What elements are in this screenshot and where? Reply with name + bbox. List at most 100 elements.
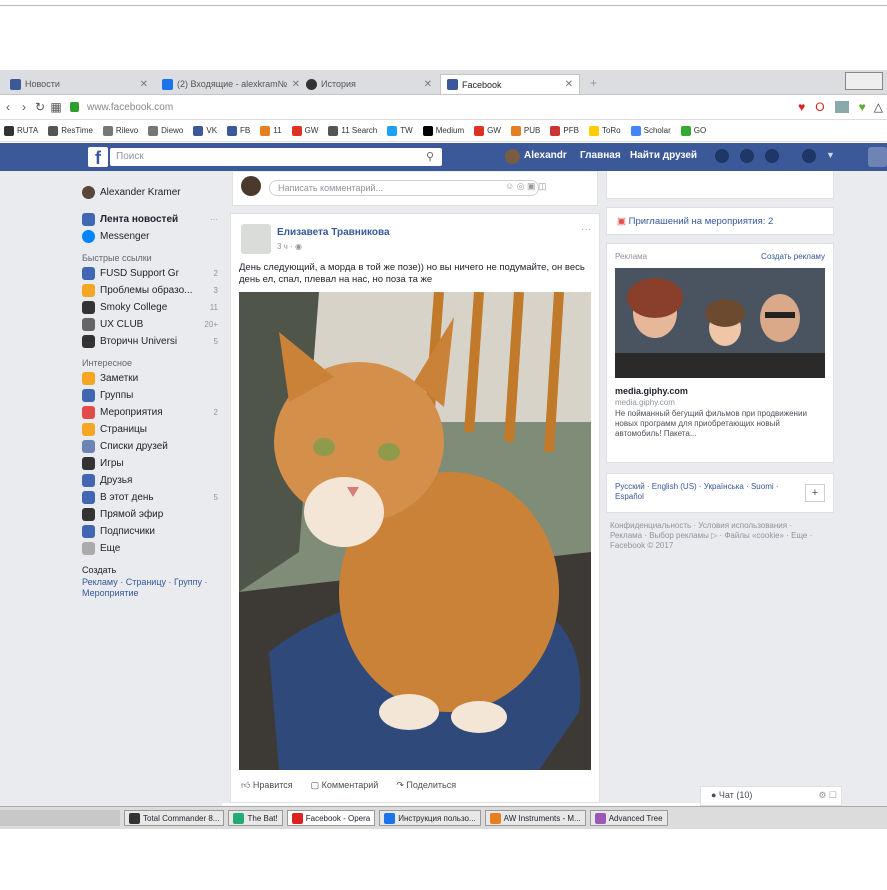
opera-icon[interactable]: O: [815, 100, 824, 114]
comment-input[interactable]: Написать комментарий...: [269, 180, 539, 196]
chat-settings-icon[interactable]: ⚙ ☐: [818, 790, 837, 801]
close-icon[interactable]: ✕: [565, 79, 573, 90]
taskbar-item[interactable]: The Bat!: [228, 810, 283, 826]
bookmark-item[interactable]: VK: [193, 125, 217, 136]
sidebar-item[interactable]: Друзья: [82, 472, 222, 489]
taskbar-item[interactable]: AW Instruments - M...: [484, 810, 586, 826]
window-controls[interactable]: [845, 72, 883, 90]
more-options-icon[interactable]: ···: [581, 224, 591, 235]
post-author[interactable]: Елизавета Травникова: [277, 227, 390, 238]
bookmark-item[interactable]: Rilevo: [102, 125, 138, 136]
sidebar-item[interactable]: FUSD Support Gr 2: [82, 265, 222, 282]
facebook-logo[interactable]: f: [88, 147, 108, 168]
sidebar-item[interactable]: Мероприятия 2: [82, 404, 222, 421]
bookmark-item[interactable]: FB: [227, 125, 250, 136]
bookmark-item[interactable]: TW: [387, 125, 413, 136]
bell-icon[interactable]: △: [874, 100, 883, 114]
help-icon[interactable]: [802, 149, 816, 163]
add-language-button[interactable]: +: [805, 484, 825, 502]
close-icon[interactable]: ✕: [140, 79, 148, 90]
footer-links[interactable]: Конфиденциальность · Условия использован…: [606, 521, 820, 551]
ad-title[interactable]: media.giphy.com: [615, 386, 688, 396]
find-friends-link[interactable]: Найти друзей: [630, 150, 697, 161]
bookmark-item[interactable]: RUTA: [4, 125, 38, 136]
bookmark-item[interactable]: Diewo: [148, 125, 183, 136]
profile-link[interactable]: Alexander Kramer: [82, 184, 222, 201]
new-tab-icon[interactable]: +: [590, 76, 597, 90]
tab-label: История: [321, 79, 356, 89]
sidebar-item-label: Smoky College: [100, 302, 168, 313]
avatar[interactable]: [505, 149, 520, 164]
avatar[interactable]: [241, 224, 271, 254]
close-icon[interactable]: ✕: [292, 79, 300, 90]
taskbar-item[interactable]: Facebook - Opera: [286, 810, 376, 826]
tab-facebook[interactable]: Facebook ✕: [440, 74, 580, 94]
sidebar-item[interactable]: Еще: [82, 540, 222, 557]
bookmark-label: 11: [273, 126, 282, 135]
chevron-down-icon[interactable]: ▼: [826, 150, 835, 160]
sidebar-item-messenger[interactable]: Messenger: [82, 228, 222, 245]
back-icon[interactable]: ‹: [0, 100, 16, 114]
forward-icon[interactable]: ›: [16, 100, 32, 114]
leaf-icon[interactable]: ♥: [859, 100, 866, 114]
grid-icon[interactable]: ▦: [48, 100, 64, 114]
search-icon[interactable]: ⚲: [426, 148, 434, 166]
friend-requests-icon[interactable]: [715, 149, 729, 163]
tab-inbox[interactable]: (2) Входящие - alexkram№ ✕: [156, 74, 306, 94]
sidebar-item-news-feed[interactable]: Лента новостей ···: [82, 211, 222, 228]
sidebar-item[interactable]: Проблемы образо... 3: [82, 282, 222, 299]
ad-image[interactable]: [615, 268, 825, 378]
quick-launch-icons[interactable]: [0, 810, 120, 826]
tab-history[interactable]: История ✕: [300, 74, 438, 94]
event-invites[interactable]: ▣ Приглашений на мероприятия: 2: [606, 207, 834, 235]
extension-icon[interactable]: [834, 101, 849, 113]
create-links[interactable]: Рекламу · Страницу · Группу · Мероприяти…: [82, 577, 222, 599]
bookmark-item[interactable]: Scholar: [630, 125, 671, 136]
sidebar-item[interactable]: Заметки: [82, 370, 222, 387]
more-icon[interactable]: ···: [210, 215, 218, 224]
tab-news[interactable]: Новости ✕: [4, 74, 154, 94]
bookmark-item[interactable]: ResTime: [48, 125, 93, 136]
bookmark-item[interactable]: PFB: [550, 125, 579, 136]
heart-icon[interactable]: ♥: [798, 100, 805, 114]
share-button[interactable]: ↷ Поделиться: [396, 780, 456, 791]
post-photo[interactable]: [239, 292, 591, 770]
sidebar-item[interactable]: Подписчики: [82, 523, 222, 540]
language-links[interactable]: Русский · English (US) · Українська · Su…: [615, 482, 785, 502]
messages-icon[interactable]: [740, 149, 754, 163]
bookmark-item[interactable]: PUB: [510, 125, 540, 136]
bookmark-item[interactable]: Medium: [422, 125, 464, 136]
search-input[interactable]: Поиск ⚲: [110, 148, 442, 166]
post-timestamp[interactable]: 3 ч · ◉: [277, 242, 302, 251]
sidebar-item[interactable]: Страницы: [82, 421, 222, 438]
close-icon[interactable]: ✕: [424, 79, 432, 90]
emoji-icon[interactable]: ☺ ◎ ▣ ◫: [505, 181, 547, 192]
reload-icon[interactable]: ↻: [32, 100, 48, 114]
sidebar-item[interactable]: UX CLUB 20+: [82, 316, 222, 333]
sidebar-item[interactable]: В этот день 5: [82, 489, 222, 506]
home-link[interactable]: Главная: [580, 150, 621, 161]
sidebar-item[interactable]: Группы: [82, 387, 222, 404]
chat-bar[interactable]: ● Чат (10) ⚙ ☐: [700, 786, 842, 806]
sidebar-item[interactable]: Smoky College 11: [82, 299, 222, 316]
bookmark-item[interactable]: 11: [260, 125, 282, 136]
bookmark-item[interactable]: GW: [291, 125, 318, 136]
taskbar-item[interactable]: Инструкция пользо...: [379, 810, 481, 826]
bookmark-item[interactable]: ToRo: [588, 125, 621, 136]
bookmark-item[interactable]: 11 Search: [328, 125, 377, 136]
notifications-icon[interactable]: [765, 149, 779, 163]
sidebar-item[interactable]: Списки друзей: [82, 438, 222, 455]
bookmark-item[interactable]: GO: [680, 125, 706, 136]
taskbar-item[interactable]: Total Commander 8...: [124, 810, 225, 826]
sidebar-item[interactable]: Игры: [82, 455, 222, 472]
comment-button[interactable]: ▢ Комментарий: [311, 780, 379, 791]
create-ad-link[interactable]: Создать рекламу: [761, 252, 825, 261]
bookmark-item[interactable]: GW: [474, 125, 501, 136]
settings-icon[interactable]: [868, 147, 887, 167]
url-field[interactable]: www.facebook.com: [87, 102, 173, 113]
taskbar-item[interactable]: Advanced Tree: [589, 810, 668, 826]
profile-link[interactable]: Alexandr: [524, 150, 567, 161]
sidebar-item[interactable]: Вторичн Universi 5: [82, 333, 222, 350]
like-button[interactable]: 👍︎ Нравится: [241, 780, 293, 791]
sidebar-item[interactable]: Прямой эфир: [82, 506, 222, 523]
